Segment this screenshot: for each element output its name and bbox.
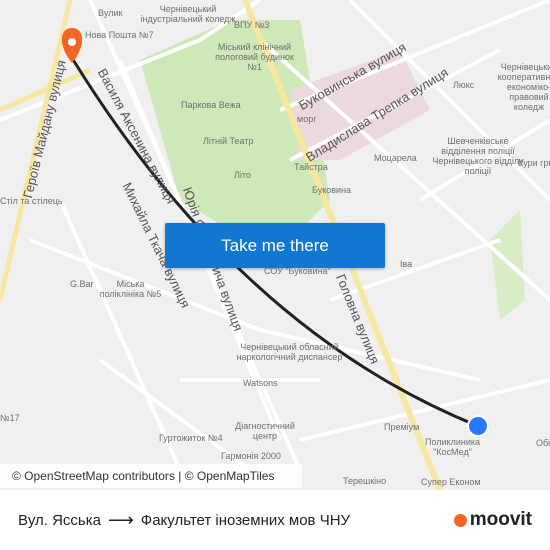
place-label: Кури гриль <box>518 158 550 168</box>
place-label: Шевченківське відділення поліції Черніве… <box>432 136 524 176</box>
take-me-there-button[interactable]: Take me there <box>165 223 385 268</box>
moovit-logo-text: moovit <box>469 509 532 530</box>
place-label: Моцарела <box>374 153 417 163</box>
place-label: Люкс <box>453 80 475 90</box>
destination-pin-icon[interactable] <box>61 28 83 63</box>
place-label: Чернівецький обласний наркологічний дисп… <box>236 342 343 362</box>
place-label: Гармонія 2000 <box>221 451 281 461</box>
place-label: Стіл та стілець <box>0 196 63 206</box>
route-footer: Вул. Ясська ⟶ Факультет іноземних мов ЧН… <box>0 490 550 550</box>
place-label: ВПУ №3 <box>234 20 270 30</box>
place-label: Watsons <box>243 378 278 388</box>
place-label: Чернівецький індустріальний коледж <box>140 4 236 24</box>
place-label: Іва <box>400 259 413 269</box>
place-label: Вулик <box>98 8 123 18</box>
moovit-logo: moovit <box>453 509 532 531</box>
place-label: Діагностичний центр <box>235 421 295 441</box>
place-label: Міський клінічний пологовий будинок №1 <box>215 42 294 72</box>
map-attribution[interactable]: © OpenStreetMap contributors | © OpenMap… <box>0 464 302 488</box>
green-area <box>490 210 525 320</box>
place-label: морг <box>297 114 317 124</box>
place-label: Буковина <box>312 185 352 195</box>
origin-marker[interactable] <box>467 415 489 437</box>
place-label: Супер Економ <box>421 477 481 487</box>
place-label: №17 <box>0 413 20 423</box>
destination-name: Факультет іноземних мов ЧНУ <box>140 511 351 529</box>
place-label: G.Bar <box>70 279 94 289</box>
place-label: Літо <box>234 170 251 180</box>
map[interactable]: Героїв Майдану вулиця Василя Аксенина ву… <box>0 0 550 490</box>
place-label: Поликлиника "КосМед" <box>424 437 480 457</box>
place-label: Чернівецький кооперативний економіко-пра… <box>497 62 550 112</box>
place-label: Гуртожиток №4 <box>159 433 223 443</box>
place-label: Літній Театр <box>203 136 254 146</box>
moovit-logo-icon <box>453 513 467 527</box>
place-label: Нова Пошта №7 <box>85 30 154 40</box>
place-label: Обі <box>536 438 550 448</box>
place-label: Преміум <box>384 422 420 432</box>
arrow-right-icon: ⟶ <box>107 509 134 530</box>
place-label: Тайстра <box>294 162 328 172</box>
place-label: Міська поліклініка №5 <box>99 279 162 299</box>
place-label: Паркова Вежа <box>181 100 241 110</box>
place-label: Терешкіно <box>343 476 387 486</box>
origin-name: Вул. Ясська <box>18 511 101 529</box>
